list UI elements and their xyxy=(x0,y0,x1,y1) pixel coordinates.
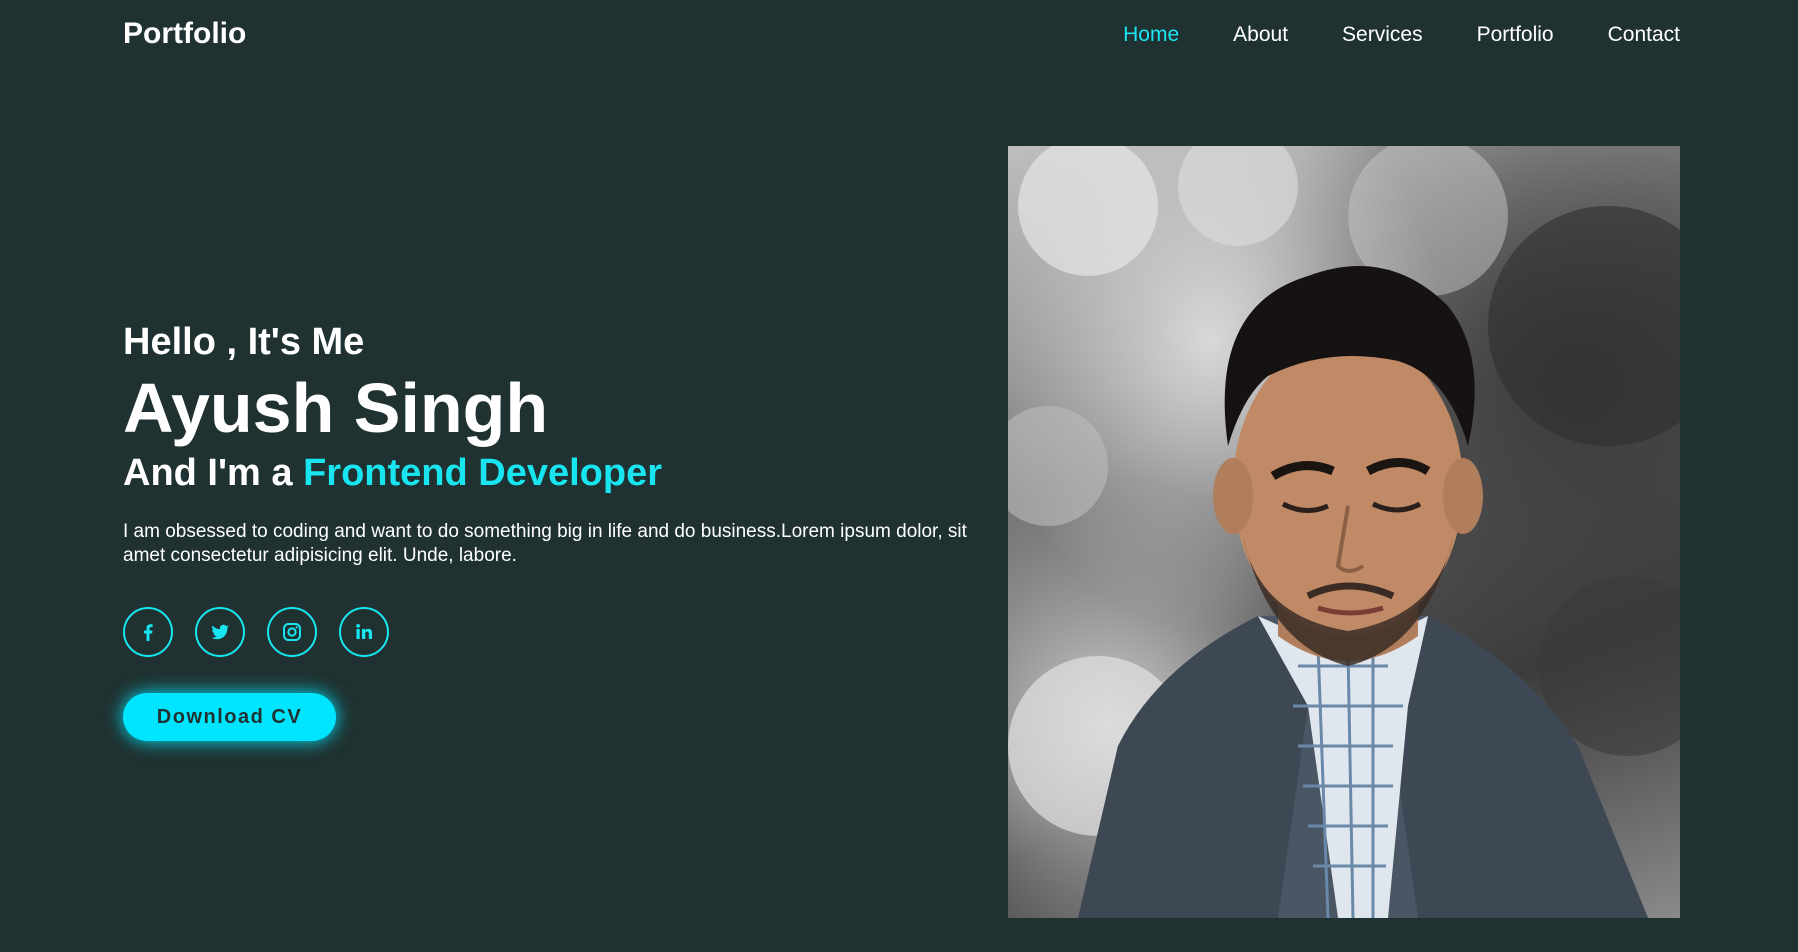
nav-portfolio[interactable]: Portfolio xyxy=(1477,23,1554,47)
hero-name: Ayush Singh xyxy=(123,369,549,447)
person-illustration xyxy=(1008,146,1680,918)
hero-description: I am obsessed to coding and want to do s… xyxy=(123,521,967,566)
hero-content: Hello , It's Me Ayush Singh And I'm a Fr… xyxy=(123,318,1003,741)
profile-photo xyxy=(1008,146,1680,918)
nav-contact[interactable]: Contact xyxy=(1608,23,1680,47)
nav-about[interactable]: About xyxy=(1233,23,1288,47)
nav-home[interactable]: Home xyxy=(1123,23,1179,47)
role-prefix: And I'm a xyxy=(123,452,304,494)
main-nav: Home About Services Portfolio Contact xyxy=(1069,23,1680,47)
social-links xyxy=(123,607,1003,657)
role-highlight: Frontend Developer xyxy=(303,452,663,494)
download-cv-button[interactable]: Download CV xyxy=(123,693,336,741)
facebook-icon xyxy=(143,624,153,641)
logo[interactable]: Portfolio xyxy=(123,17,246,51)
linkedin-link[interactable] xyxy=(339,607,389,657)
role-line: And I'm a Frontend Developer xyxy=(123,448,1003,498)
site-header: Portfolio Home About Services Portfolio … xyxy=(0,0,1798,70)
twitter-link[interactable] xyxy=(195,607,245,657)
instagram-icon xyxy=(283,623,301,641)
twitter-icon xyxy=(211,624,229,640)
linkedin-icon xyxy=(356,624,372,639)
greeting: Hello , It's Me xyxy=(123,321,365,363)
instagram-link[interactable] xyxy=(267,607,317,657)
nav-services[interactable]: Services xyxy=(1342,23,1423,47)
facebook-link[interactable] xyxy=(123,607,173,657)
